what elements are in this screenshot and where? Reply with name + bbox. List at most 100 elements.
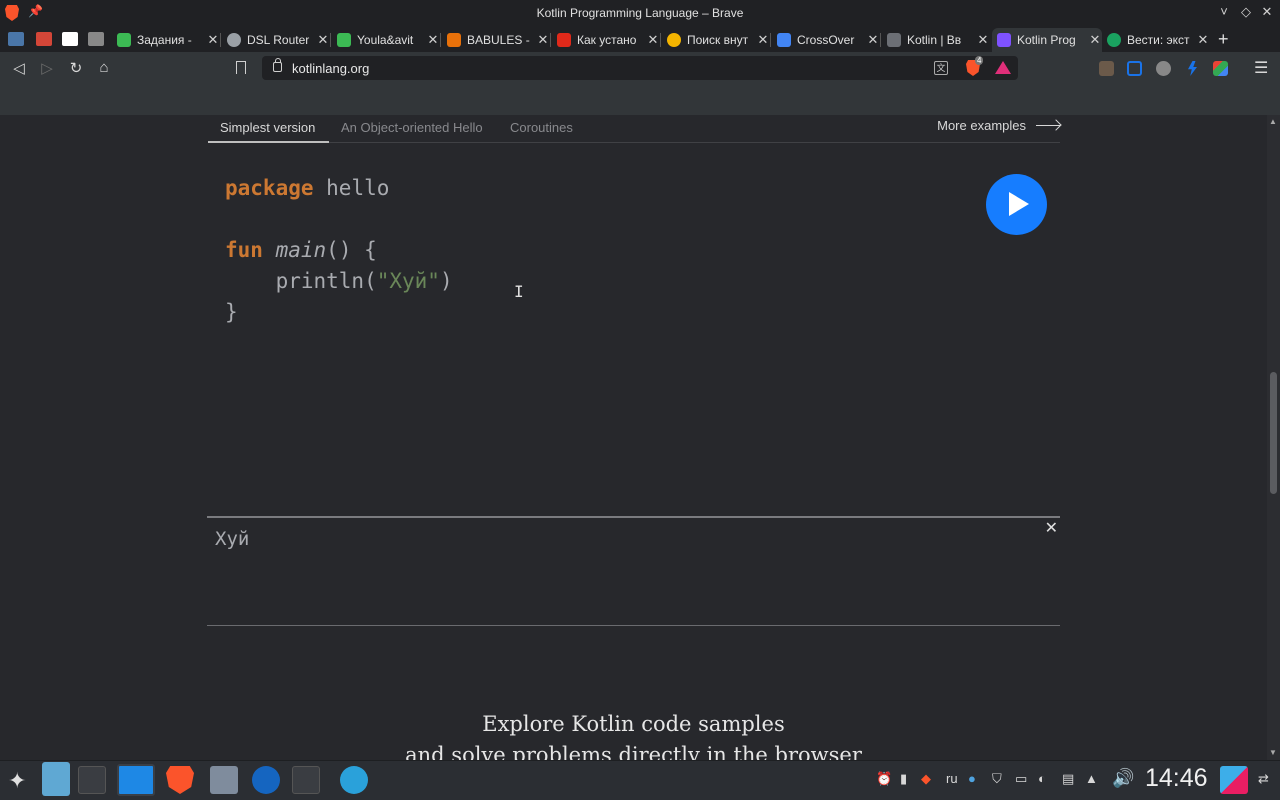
grid-icon[interactable] <box>88 32 104 46</box>
tab-crossover[interactable]: CrossOver ✕ <box>772 28 881 52</box>
close-tab-icon[interactable]: ✕ <box>316 32 330 48</box>
code-string[interactable]: "Хуй" <box>377 269 440 293</box>
keyboard-layout[interactable]: ru <box>946 771 958 786</box>
scroll-thumb[interactable] <box>1270 372 1277 494</box>
router-icon <box>227 33 241 47</box>
code-keyword-fun[interactable]: fun <box>225 238 263 262</box>
vk-icon[interactable] <box>8 32 24 46</box>
more-examples-link[interactable]: More examples <box>937 118 1060 133</box>
audio-tray-icon[interactable]: ◐ <box>1038 771 1046 786</box>
url-text[interactable]: kotlinlang.org <box>292 61 369 76</box>
close-tab-icon[interactable]: ✕ <box>646 32 660 48</box>
terminal-2-icon[interactable] <box>292 766 320 794</box>
usb-icon[interactable]: ▮ <box>900 771 907 787</box>
terminal-icon[interactable] <box>78 766 106 794</box>
code-package-name[interactable]: hello <box>314 176 389 200</box>
tab-object-oriented-hello[interactable]: An Object-oriented Hello <box>341 120 483 135</box>
explore-heading: Explore Kotlin code samples and solve pr… <box>0 709 1267 760</box>
home-button[interactable]: ⌂ <box>95 59 113 76</box>
panel-toggle-icon[interactable]: ⇄ <box>1258 771 1269 787</box>
close-tab-icon[interactable]: ✕ <box>756 32 770 48</box>
text-cursor-icon: I <box>514 282 524 301</box>
brave-tray-icon[interactable]: ◆ <box>921 771 931 787</box>
tab-kak-ustanovit[interactable]: Как устано ✕ <box>552 28 661 52</box>
window-titlebar: 📌 Kotlin Programming Language – Brave ˅ … <box>0 0 1280 26</box>
tab-kotlin-vv[interactable]: Kotlin | Вв ✕ <box>882 28 990 52</box>
code-closing-brace[interactable]: } <box>225 300 238 324</box>
clipboard-icon[interactable]: ▤ <box>1062 771 1074 787</box>
cube-extension-icon[interactable] <box>1213 61 1228 76</box>
close-tab-icon[interactable]: ✕ <box>536 32 550 48</box>
tab-poisk[interactable]: Поиск внут ✕ <box>662 28 771 52</box>
tab-babules[interactable]: BABULES - ✕ <box>442 28 551 52</box>
maximize-button[interactable]: ◇ <box>1238 4 1254 20</box>
close-tab-icon[interactable]: ✕ <box>426 32 440 48</box>
weather-icon[interactable]: ● <box>968 771 976 786</box>
lock-icon[interactable] <box>273 58 282 72</box>
close-tab-icon[interactable]: ✕ <box>1196 32 1210 48</box>
new-tab-button[interactable]: + <box>1218 29 1229 50</box>
inkscape-icon[interactable] <box>210 766 238 794</box>
scroll-down-icon[interactable]: ▼ <box>1269 748 1277 757</box>
menu-icon[interactable]: ☰ <box>1254 58 1268 78</box>
bookmarks-bar <box>0 85 1280 115</box>
output-panel: Хуй ✕ <box>207 516 1060 626</box>
notion-icon[interactable] <box>62 32 78 46</box>
extension-icon[interactable] <box>1099 61 1114 76</box>
code-function-name[interactable]: main <box>276 238 327 262</box>
tab-coroutines[interactable]: Coroutines <box>510 120 573 135</box>
coin-icon <box>667 33 681 47</box>
arrow-right-icon[interactable] <box>1036 124 1060 127</box>
chart-icon <box>337 33 351 47</box>
close-window-button[interactable]: ✕ <box>1259 4 1275 20</box>
tab-kotlin-programming[interactable]: Kotlin Prog ✕ <box>992 28 1102 52</box>
forward-button[interactable]: ▷ <box>38 59 56 77</box>
code-println[interactable]: println( <box>225 269 377 293</box>
address-bar[interactable]: kotlinlang.org 文 4 <box>262 56 1018 80</box>
display-icon[interactable]: ▭ <box>1015 771 1027 787</box>
close-tab-icon[interactable]: ✕ <box>1088 32 1102 48</box>
example-tabs: Simplest version An Object-oriented Hell… <box>208 115 1060 143</box>
tab-simplest-version[interactable]: Simplest version <box>220 120 315 135</box>
shield-tray-icon[interactable]: ⛉ <box>992 771 1002 787</box>
mail-icon <box>887 33 901 47</box>
tab-youla[interactable]: Youla&avit ✕ <box>332 28 441 52</box>
code-keyword-package[interactable]: package <box>225 176 314 200</box>
reload-button[interactable]: ↻ <box>67 59 85 77</box>
close-tab-icon[interactable]: ✕ <box>866 32 880 48</box>
tab-dsl-router[interactable]: DSL Router ✕ <box>222 28 331 52</box>
gmail-icon[interactable] <box>36 32 52 46</box>
app-launcher-icon[interactable]: ✦ <box>8 768 26 794</box>
incognito-extension-icon[interactable] <box>1156 61 1171 76</box>
brave-rewards-icon[interactable] <box>995 61 1011 74</box>
page-scrollbar[interactable]: ▲ ▼ <box>1267 115 1280 760</box>
notifications-icon[interactable]: ⏰ <box>876 771 892 787</box>
close-output-button[interactable]: ✕ <box>1045 518 1058 538</box>
code-fn-params[interactable]: () { <box>326 238 377 262</box>
telegram-icon[interactable] <box>340 766 368 794</box>
volume-icon[interactable]: 🔊 <box>1112 768 1134 789</box>
scroll-up-icon[interactable]: ▲ <box>1269 117 1277 126</box>
desktop-pager-icon[interactable] <box>42 762 70 796</box>
window-title: Kotlin Programming Language – Brave <box>536 6 744 20</box>
headphones-icon[interactable] <box>252 766 280 794</box>
close-tab-icon[interactable]: ✕ <box>976 32 990 48</box>
tab-vesti[interactable]: Вести: экст ✕ <box>1102 28 1210 52</box>
tray-expand-icon[interactable]: ▲ <box>1085 771 1098 786</box>
file-manager-icon[interactable] <box>117 764 155 796</box>
output-text: Хуй <box>215 528 250 550</box>
translate-icon[interactable]: 文 <box>934 61 948 75</box>
run-button[interactable] <box>986 174 1047 235</box>
close-tab-icon[interactable]: ✕ <box>206 32 220 48</box>
crossover-icon <box>777 33 791 47</box>
more-examples-label[interactable]: More examples <box>937 118 1026 133</box>
bookmark-icon[interactable] <box>236 61 246 74</box>
kotlin-icon <box>997 33 1011 47</box>
minimize-button[interactable]: ˅ <box>1216 4 1232 19</box>
screenshot-extension-icon[interactable] <box>1127 61 1142 76</box>
code-editor[interactable]: package hello fun main() { println("Хуй"… <box>225 173 453 328</box>
clock[interactable]: 14:46 <box>1145 764 1208 793</box>
tab-zadaniya[interactable]: Задания - ✕ <box>112 28 221 52</box>
show-desktop-icon[interactable] <box>1220 766 1248 794</box>
back-button[interactable]: ◁ <box>10 59 28 77</box>
